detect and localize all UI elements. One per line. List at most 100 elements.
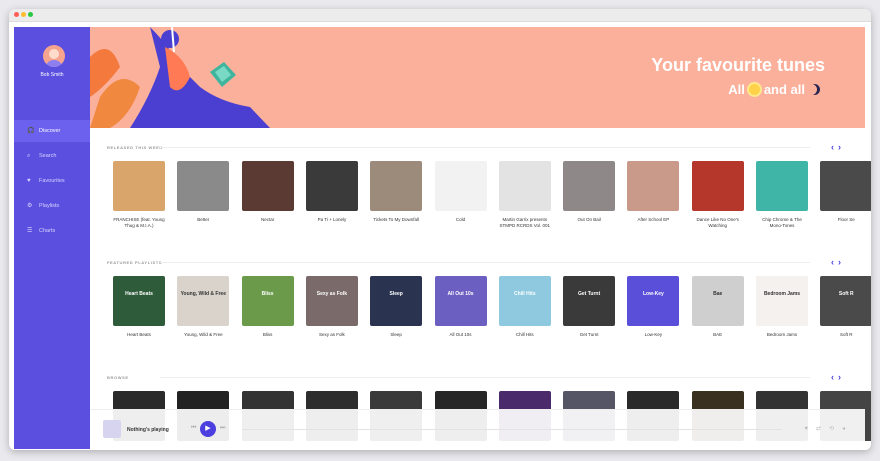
heart-icon[interactable]: ♥ bbox=[804, 426, 816, 432]
cover-art[interactable]: All Out 10s bbox=[434, 276, 487, 326]
cover-art[interactable] bbox=[370, 161, 423, 211]
cover-art[interactable]: Get Turnt bbox=[563, 276, 616, 326]
close-window-button[interactable] bbox=[14, 12, 19, 17]
album-card[interactable]: Better bbox=[177, 161, 230, 223]
card-label[interactable]: Bedroom Jams bbox=[756, 332, 808, 338]
album-card[interactable]: Out On Bail bbox=[563, 161, 616, 223]
previous-icon[interactable]: ⏮ bbox=[191, 425, 196, 432]
cover-art[interactable] bbox=[627, 161, 680, 211]
cover-art[interactable] bbox=[305, 161, 358, 211]
cover-art[interactable]: Low-Key bbox=[627, 276, 680, 326]
card-label[interactable]: Low-Key bbox=[627, 332, 679, 338]
album-card[interactable]: Tickets To My Downfall bbox=[370, 161, 423, 223]
sidebar-item-label: Playlists bbox=[39, 203, 60, 209]
album-card[interactable]: Sleep Sleep bbox=[370, 276, 423, 338]
card-label[interactable]: Nectar bbox=[242, 217, 294, 223]
cover-art[interactable]: Bliss bbox=[241, 276, 294, 326]
shuffle-icon[interactable]: ⇄ bbox=[816, 426, 829, 432]
sidebar-item-favourites[interactable]: ♥ Favourites bbox=[14, 170, 90, 192]
cover-art[interactable]: Heart Beats bbox=[113, 276, 165, 326]
chevron-left-icon[interactable]: ‹ bbox=[831, 257, 838, 267]
card-label[interactable]: Chip Chrome & The Mono-Tones bbox=[756, 217, 808, 229]
card-label[interactable]: BAE bbox=[692, 332, 744, 338]
card-label[interactable]: Chill Hits bbox=[499, 332, 551, 338]
sidebar-item-charts[interactable]: ☰ Charts bbox=[14, 220, 90, 242]
card-label[interactable]: Better bbox=[177, 217, 229, 223]
cover-art[interactable] bbox=[691, 161, 744, 211]
card-label[interactable]: All Out 10s bbox=[435, 332, 487, 338]
card-label[interactable]: Dance Like No One's Watching bbox=[692, 217, 744, 229]
album-card[interactable]: Dance Like No One's Watching bbox=[691, 161, 744, 229]
card-label[interactable]: Get Turnt bbox=[563, 332, 615, 338]
chevron-right-icon[interactable]: › bbox=[838, 257, 845, 267]
card-label[interactable]: Sleep bbox=[370, 332, 422, 338]
card-label[interactable]: Sexy as Folk bbox=[306, 332, 358, 338]
play-button[interactable]: ▶ bbox=[200, 421, 216, 437]
card-label[interactable]: Floor Se bbox=[820, 217, 871, 223]
album-card[interactable]: Heart Beats Heart Beats bbox=[113, 276, 165, 338]
album-card[interactable]: Sexy as Folk Sexy as Folk bbox=[305, 276, 358, 338]
minimize-window-button[interactable] bbox=[21, 12, 26, 17]
card-label[interactable]: After School EP bbox=[627, 217, 679, 223]
sidebar-item-playlists[interactable]: ⚙ Playlists bbox=[14, 195, 90, 217]
chevron-right-icon[interactable]: › bbox=[838, 372, 845, 382]
album-card[interactable]: Bae BAE bbox=[691, 276, 744, 338]
album-card[interactable]: After School EP bbox=[627, 161, 680, 223]
album-card[interactable]: Martin Garrix presents STMPD RCRDS Vol. … bbox=[498, 161, 551, 229]
sidebar-item-search[interactable]: ⌕ Search bbox=[14, 145, 90, 167]
sidebar-item-discover[interactable]: 🎧 Discover bbox=[14, 120, 90, 142]
album-card[interactable]: Get Turnt Get Turnt bbox=[563, 276, 616, 338]
cover-art[interactable] bbox=[434, 161, 487, 211]
chevron-right-icon[interactable]: › bbox=[838, 142, 845, 152]
card-label[interactable]: Heart Beats bbox=[113, 332, 165, 338]
album-card[interactable]: FRANCHISE (feat. Young Thug & M.I.A.) bbox=[113, 161, 165, 229]
volume-icon[interactable]: ◂ bbox=[842, 426, 853, 432]
chevron-left-icon[interactable]: ‹ bbox=[831, 372, 838, 382]
chevron-left-icon[interactable]: ‹ bbox=[831, 142, 838, 152]
avatar[interactable] bbox=[43, 45, 65, 67]
card-label[interactable]: Soft R bbox=[820, 332, 871, 338]
cover-art[interactable]: Soft R bbox=[820, 276, 871, 326]
repeat-icon[interactable]: ⟲ bbox=[829, 426, 842, 432]
card-label[interactable]: Young, Wild & Free bbox=[177, 332, 229, 338]
cover-art[interactable] bbox=[177, 161, 230, 211]
album-card[interactable]: Young, Wild & Free Young, Wild & Free bbox=[177, 276, 230, 338]
cover-art[interactable]: Sleep bbox=[370, 276, 423, 326]
album-card[interactable]: Nectar bbox=[241, 161, 294, 223]
banner-illustration bbox=[90, 27, 270, 128]
card-label[interactable]: Cold bbox=[435, 217, 487, 223]
sidebar-item-label: Favourites bbox=[39, 178, 65, 184]
album-card[interactable]: Bliss Bliss bbox=[241, 276, 294, 338]
card-label[interactable]: FRANCHISE (feat. Young Thug & M.I.A.) bbox=[113, 217, 165, 229]
card-label[interactable]: Pa Ti + Lonely bbox=[306, 217, 358, 223]
playlist-overlay-title: Sexy as Folk bbox=[316, 291, 348, 297]
user-name: Bob Smith bbox=[40, 72, 64, 78]
album-card[interactable]: Floor Se bbox=[820, 161, 871, 223]
album-card[interactable]: All Out 10s All Out 10s bbox=[434, 276, 487, 338]
album-card[interactable]: Soft R Soft R bbox=[820, 276, 871, 338]
card-label[interactable]: Out On Bail bbox=[563, 217, 615, 223]
progress-bar[interactable] bbox=[242, 429, 782, 430]
cover-art[interactable]: Young, Wild & Free bbox=[177, 276, 230, 326]
cover-art[interactable] bbox=[498, 161, 551, 211]
album-card[interactable]: Chip Chrome & The Mono-Tones bbox=[756, 161, 808, 229]
cover-art[interactable]: Bae bbox=[691, 276, 744, 326]
album-card[interactable]: Low-Key Low-Key bbox=[627, 276, 680, 338]
album-card[interactable]: Bedroom Jams Bedroom Jams bbox=[756, 276, 808, 338]
cover-art[interactable] bbox=[563, 161, 616, 211]
card-label[interactable]: Bliss bbox=[242, 332, 294, 338]
cover-art[interactable]: Sexy as Folk bbox=[305, 276, 358, 326]
album-card[interactable]: Pa Ti + Lonely bbox=[305, 161, 358, 223]
next-icon[interactable]: ⏭ bbox=[220, 425, 225, 432]
cover-art[interactable] bbox=[756, 161, 808, 211]
album-card[interactable]: Cold bbox=[434, 161, 487, 223]
cover-art[interactable]: Chill Hits bbox=[498, 276, 551, 326]
card-label[interactable]: Tickets To My Downfall bbox=[370, 217, 422, 223]
cover-art[interactable] bbox=[820, 161, 871, 211]
maximize-window-button[interactable] bbox=[28, 12, 33, 17]
album-card[interactable]: Chill Hits Chill Hits bbox=[498, 276, 551, 338]
cover-art[interactable] bbox=[113, 161, 165, 211]
cover-art[interactable]: Bedroom Jams bbox=[756, 276, 808, 326]
card-label[interactable]: Martin Garrix presents STMPD RCRDS Vol. … bbox=[499, 217, 551, 229]
cover-art[interactable] bbox=[241, 161, 294, 211]
